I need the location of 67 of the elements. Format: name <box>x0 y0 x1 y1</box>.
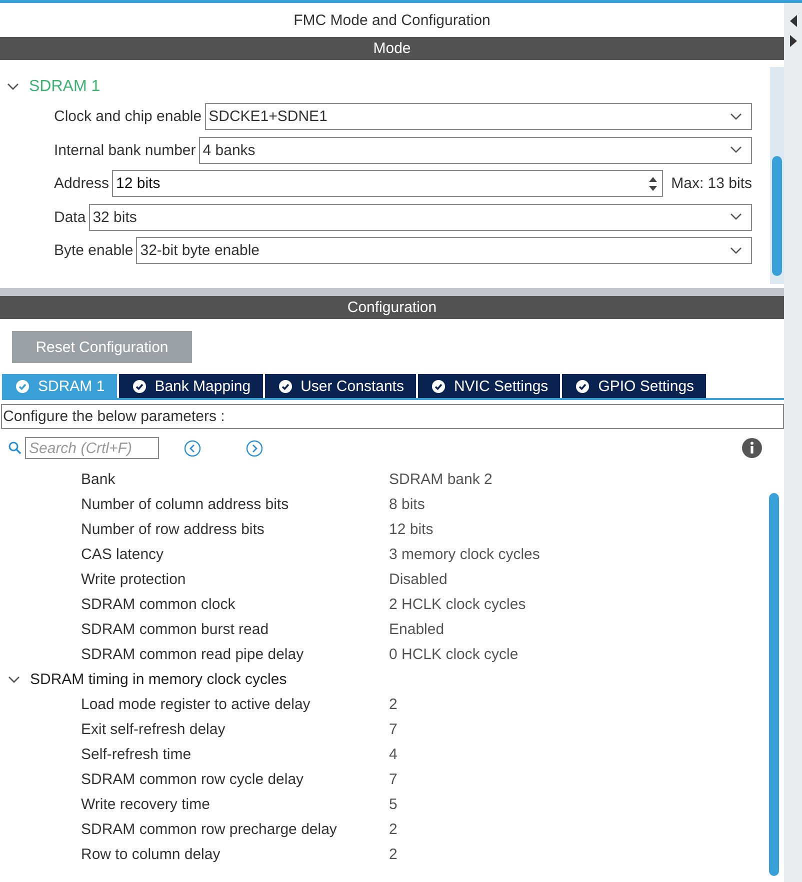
section-header: Configuration <box>0 288 784 319</box>
dropdown[interactable]: 32-bit byte enable <box>136 237 752 264</box>
parameter-name: Number of column address bits <box>81 496 290 513</box>
tab[interactable]: GPIO Settings <box>562 374 706 398</box>
window-title: FMC Mode and Configuration <box>292 10 492 30</box>
parameter-name: Row to column delay <box>81 846 222 863</box>
description-text: Configure the below parameters : <box>1 404 784 429</box>
caret-icon <box>729 112 743 122</box>
parameter-value[interactable]: 3 memory clock cycles <box>389 546 540 563</box>
parameter-name: SDRAM common row precharge delay <box>81 821 338 838</box>
parameter-name: Self-refresh time <box>81 746 192 763</box>
chevron-icon[interactable] <box>6 82 20 92</box>
field-label: Address <box>54 175 110 192</box>
parameter-name: SDRAM common burst read <box>81 621 270 638</box>
field-label: Internal bank number <box>54 142 196 159</box>
parameter-name: Exit self-refresh delay <box>81 721 226 738</box>
parameter-value[interactable]: 2 HCLK clock cycles <box>389 596 526 613</box>
check-circle-icon <box>432 380 445 392</box>
dropdown[interactable]: 4 banks <box>198 136 752 164</box>
parameter-value[interactable]: 2 <box>389 696 398 713</box>
parameter-value[interactable]: 7 <box>389 721 398 738</box>
parameter-value[interactable]: 7 <box>389 771 398 788</box>
parameter-value[interactable]: SDRAM bank 2 <box>389 471 492 488</box>
search-icon[interactable] <box>8 441 22 455</box>
check-circle-icon <box>132 380 146 392</box>
previous-icon[interactable] <box>184 440 201 456</box>
field-label: Clock and chip enable <box>54 108 202 126</box>
check-circle-icon <box>278 380 292 392</box>
parameter-name: Write protection <box>81 571 187 588</box>
parameter-value[interactable]: 5 <box>389 796 398 813</box>
max-hint: Max: 13 bits <box>671 175 752 192</box>
parameter-value[interactable]: 2 <box>389 821 398 838</box>
dropdown[interactable]: 32 bits <box>88 204 752 231</box>
check-circle-icon <box>16 380 29 392</box>
field-label: Data <box>54 208 86 226</box>
tab[interactable]: User Constants <box>264 374 416 398</box>
parameter-name: CAS latency <box>81 546 165 563</box>
chevron-icon[interactable] <box>7 674 21 684</box>
parameter-name: SDRAM common clock <box>81 596 236 613</box>
info-icon[interactable] <box>742 438 762 458</box>
caret-icon <box>729 145 743 156</box>
tab[interactable]: Bank Mapping <box>118 374 263 398</box>
parameter-value[interactable]: 2 <box>389 846 398 863</box>
spinner-field[interactable]: 12 bits <box>112 170 664 198</box>
search-field[interactable]: Search (Crtl+F) <box>25 437 159 459</box>
parameter-name: SDRAM common row cycle delay <box>81 771 305 788</box>
parameter-value[interactable]: 0 HCLK clock cycle <box>389 646 518 663</box>
group-label[interactable]: SDRAM timing in memory clock cycles <box>30 671 287 688</box>
parameter-name: Number of row address bits <box>81 521 266 538</box>
parameter-value[interactable]: Enabled <box>389 621 444 638</box>
parameter-value[interactable]: 12 bits <box>389 521 434 538</box>
caret-icon <box>729 212 743 222</box>
parameter-name: Write recovery time <box>81 796 211 813</box>
parameter-name: Load mode register to active delay <box>81 696 312 713</box>
check-circle-icon <box>576 380 590 392</box>
parameter-name: SDRAM common read pipe delay <box>81 646 305 663</box>
scrollbar[interactable] <box>770 67 784 284</box>
section-header: Mode <box>0 37 784 60</box>
field-label: Byte enable <box>54 242 134 260</box>
parameter-value[interactable]: 8 bits <box>389 496 425 513</box>
next-icon[interactable] <box>246 440 263 456</box>
dropdown[interactable]: SDCKE1+SDNE1 <box>204 103 752 130</box>
caret-icon <box>729 246 743 256</box>
parameter-name: Bank <box>81 471 116 488</box>
parameter-value[interactable]: Disabled <box>389 571 448 588</box>
tab[interactable]: NVIC Settings <box>418 374 560 398</box>
parameter-value[interactable]: 4 <box>389 746 398 763</box>
